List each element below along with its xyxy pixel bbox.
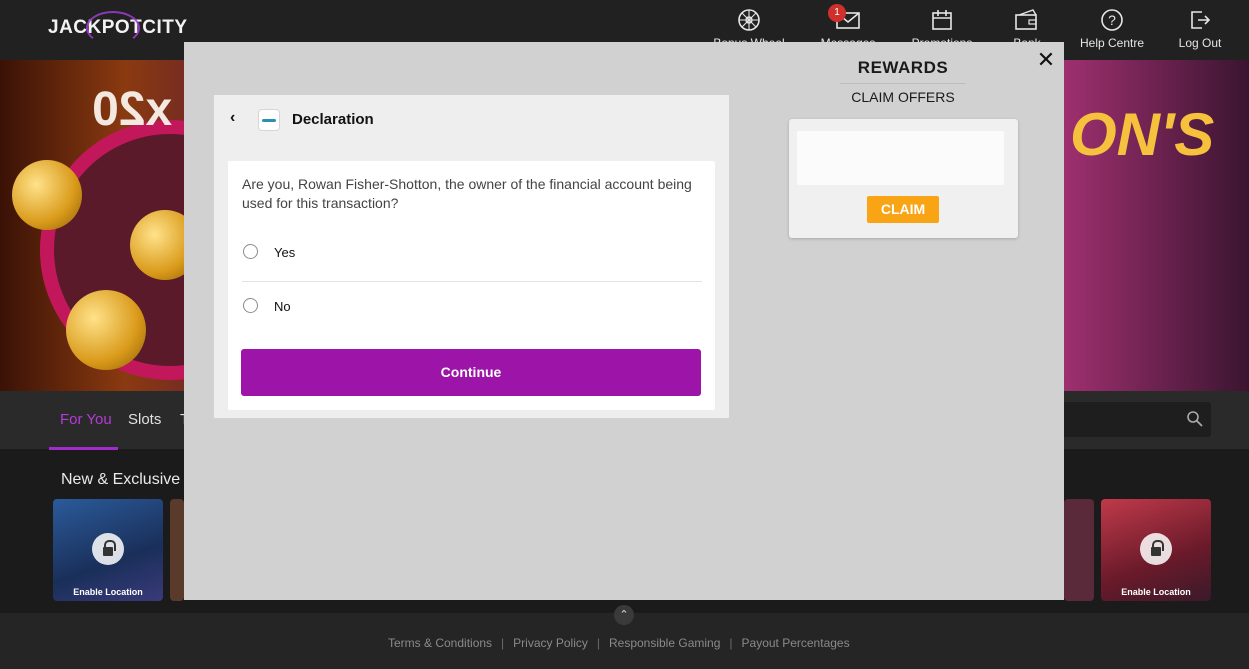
search-icon bbox=[1187, 411, 1203, 427]
option-divider bbox=[242, 281, 702, 282]
option-yes[interactable]: Yes bbox=[242, 237, 702, 267]
claim-offers-label: CLAIM OFFERS bbox=[851, 89, 955, 105]
option-no[interactable]: No bbox=[242, 291, 702, 321]
dialog-title: Declaration bbox=[292, 111, 374, 128]
footer-link-privacy[interactable]: Privacy Policy bbox=[513, 636, 588, 650]
radio-button[interactable] bbox=[243, 244, 258, 259]
offer-details-blurred bbox=[797, 131, 1004, 185]
declaration-question: Are you, Rowan Fisher-Shotton, the owner… bbox=[242, 176, 692, 211]
wheel-icon bbox=[738, 9, 760, 31]
active-tab-underline bbox=[49, 447, 118, 450]
hero-multiplier-text: x20 bbox=[92, 83, 173, 136]
logout-icon bbox=[1191, 11, 1211, 29]
rewards-divider bbox=[840, 83, 966, 84]
radio-label: Yes bbox=[274, 245, 296, 260]
logo-arc bbox=[86, 11, 140, 45]
jackpotcity-logo[interactable]: JACKPOTCITY bbox=[48, 11, 188, 45]
rewards-title: REWARDS bbox=[857, 58, 949, 77]
messages-badge: 1 bbox=[828, 4, 846, 22]
tab-for-you[interactable]: For You bbox=[60, 411, 112, 428]
footer-separator: | bbox=[729, 636, 733, 650]
nav-label: Log Out bbox=[1178, 36, 1222, 50]
continue-button[interactable]: Continue bbox=[241, 349, 701, 396]
tile-caption: Enable Location bbox=[73, 587, 143, 597]
coin-art bbox=[66, 290, 146, 370]
scroll-top-button[interactable]: ⌃ bbox=[614, 605, 634, 625]
radio-label: No bbox=[274, 299, 291, 314]
nav-log-out[interactable]: Log Out bbox=[1160, 8, 1240, 50]
question-icon: ? bbox=[1101, 9, 1123, 31]
hero-game-title: ON'S bbox=[1070, 101, 1215, 168]
footer-link-responsible-gaming[interactable]: Responsible Gaming bbox=[609, 636, 720, 650]
svg-text:?: ? bbox=[1108, 12, 1116, 28]
game-tile[interactable]: Enable Location bbox=[53, 499, 163, 601]
tab-slots[interactable]: Slots bbox=[128, 411, 161, 428]
lock-icon bbox=[92, 533, 124, 565]
game-tile[interactable]: Enable Location bbox=[1101, 499, 1211, 601]
wallet-icon bbox=[1015, 9, 1037, 30]
close-icon[interactable]: ✕ bbox=[1036, 49, 1056, 71]
offer-card: CLAIM bbox=[789, 119, 1018, 238]
claim-button[interactable]: CLAIM bbox=[867, 196, 939, 223]
radio-button[interactable] bbox=[243, 298, 258, 313]
footer-link-payout[interactable]: Payout Percentages bbox=[742, 636, 850, 650]
nav-help-centre[interactable]: ? Help Centre bbox=[1072, 8, 1152, 50]
game-tile-partial[interactable] bbox=[1064, 499, 1094, 601]
calendar-icon bbox=[932, 10, 952, 30]
provider-logo-icon bbox=[258, 109, 280, 131]
footer-link-terms[interactable]: Terms & Conditions bbox=[388, 636, 492, 650]
nav-label: Help Centre bbox=[1079, 36, 1145, 50]
coin-art bbox=[12, 160, 82, 230]
footer-separator: | bbox=[596, 636, 600, 650]
game-search-input[interactable] bbox=[1040, 402, 1211, 437]
lock-icon bbox=[1140, 533, 1172, 565]
footer-separator: | bbox=[501, 636, 505, 650]
section-title: New & Exclusive bbox=[61, 471, 181, 488]
footer-links: Terms & Conditions | Privacy Policy | Respon… bbox=[388, 636, 850, 650]
game-tile-partial[interactable] bbox=[170, 499, 184, 601]
tile-caption: Enable Location bbox=[1121, 587, 1191, 597]
back-chevron-icon[interactable]: ‹ bbox=[230, 108, 244, 128]
